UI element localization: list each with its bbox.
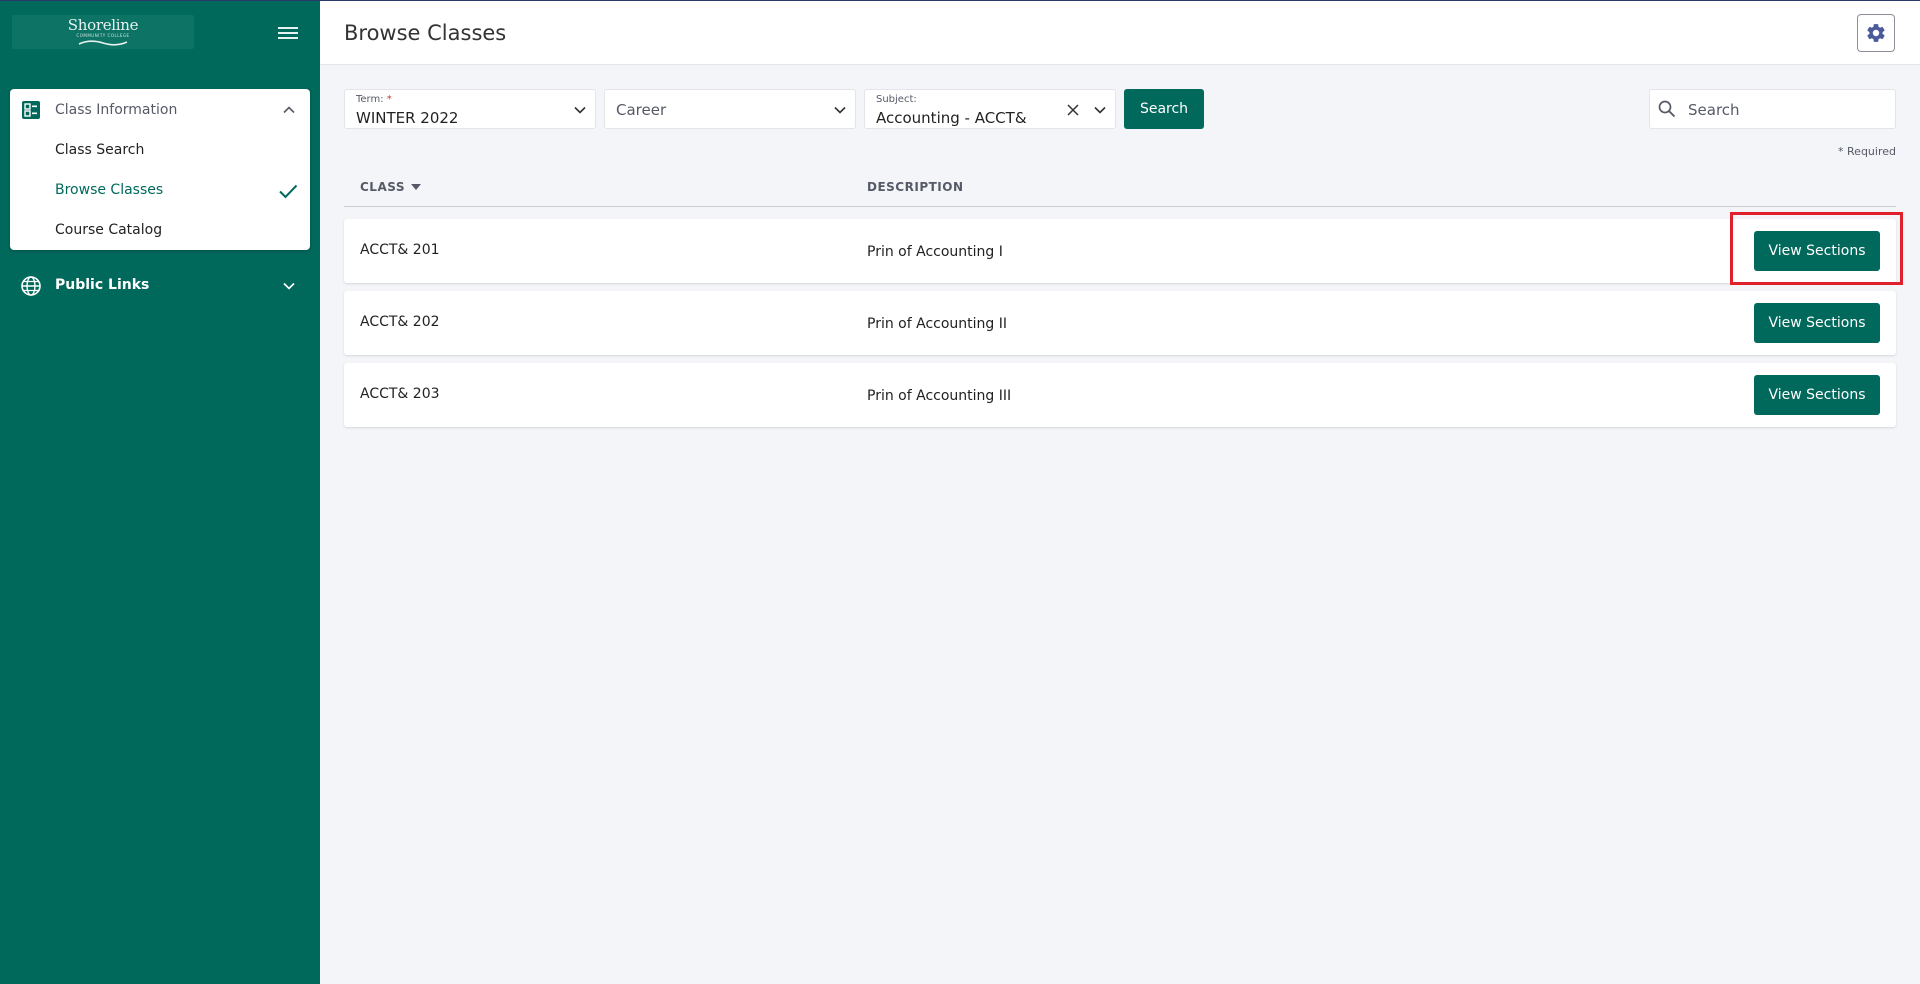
column-header-description: DESCRIPTION (867, 180, 964, 194)
sidebar-item-class-search[interactable]: Class Search (10, 131, 310, 171)
chevron-down-icon (834, 106, 846, 114)
career-select[interactable]: Career (604, 89, 856, 129)
sidebar-item-course-catalog[interactable]: Course Catalog (10, 211, 310, 251)
sidebar-item-label: Browse Classes (55, 182, 164, 198)
subject-label: Subject: (876, 94, 917, 105)
logo-subtitle: COMMUNITY COLLEGE (76, 32, 130, 38)
logo-wave-icon (78, 39, 128, 46)
list-box-icon (22, 101, 40, 119)
search-input[interactable] (1688, 98, 1888, 122)
menu-toggle-icon[interactable] (276, 24, 300, 42)
class-description: Prin of Accounting II (867, 316, 1007, 332)
settings-button[interactable] (1857, 14, 1895, 52)
sidebar-item-label: Class Search (55, 142, 145, 158)
logo-name: Shoreline (67, 15, 139, 34)
sort-down-icon (411, 184, 421, 190)
table-header-divider (344, 206, 1896, 207)
public-links-header[interactable]: Public Links (10, 270, 310, 302)
sidebar-item-label: Course Catalog (55, 222, 163, 238)
term-select[interactable]: Term: * WINTER 2022 (344, 89, 596, 129)
table-row: ACCT& 202 Prin of Accounting II View Sec… (344, 291, 1896, 355)
search-button[interactable]: Search (1124, 89, 1204, 129)
chevron-down-icon (1094, 106, 1106, 114)
class-information-label: Class Information (55, 102, 178, 118)
college-logo[interactable]: Shoreline COMMUNITY COLLEGE (12, 15, 194, 49)
search-box (1649, 89, 1896, 129)
class-description: Prin of Accounting I (867, 244, 1003, 260)
class-information-header[interactable]: Class Information (10, 89, 310, 131)
top-border (0, 0, 1920, 1)
view-sections-button[interactable]: View Sections (1754, 231, 1880, 271)
public-links-label: Public Links (55, 277, 150, 293)
search-icon (1658, 100, 1676, 118)
class-code: ACCT& 203 (360, 386, 440, 402)
page-title: Browse Classes (344, 21, 507, 45)
chevron-up-icon[interactable] (282, 103, 296, 117)
subject-value: Accounting - ACCT& (876, 109, 1027, 127)
career-placeholder: Career (616, 101, 667, 119)
sidebar-item-browse-classes[interactable]: Browse Classes (10, 171, 310, 211)
chevron-down-icon (574, 106, 586, 114)
table-row: ACCT& 203 Prin of Accounting III View Se… (344, 363, 1896, 427)
required-note: * Required (1838, 145, 1896, 158)
class-information-menu: Class Information Class Search Browse Cl… (10, 89, 310, 250)
table-row: ACCT& 201 Prin of Accounting I View Sect… (344, 219, 1896, 283)
class-code: ACCT& 201 (360, 242, 440, 258)
globe-icon (21, 276, 41, 296)
gear-icon (1867, 24, 1885, 42)
view-sections-button[interactable]: View Sections (1754, 375, 1880, 415)
page-header: Browse Classes (320, 1, 1920, 65)
chevron-down-icon[interactable] (282, 279, 296, 293)
class-code: ACCT& 202 (360, 314, 440, 330)
subject-select[interactable]: Subject: Accounting - ACCT& (864, 89, 1116, 129)
term-label: Term: * (356, 94, 392, 105)
term-value: WINTER 2022 (356, 109, 459, 127)
column-header-class[interactable]: CLASS (360, 180, 421, 194)
column-header-label: CLASS (360, 180, 405, 194)
checkmark-icon (279, 184, 298, 199)
view-sections-button[interactable]: View Sections (1754, 303, 1880, 343)
sidebar: Shoreline COMMUNITY COLLEGE Class Inform… (0, 0, 320, 984)
class-description: Prin of Accounting III (867, 388, 1012, 404)
clear-icon[interactable] (1065, 102, 1081, 118)
